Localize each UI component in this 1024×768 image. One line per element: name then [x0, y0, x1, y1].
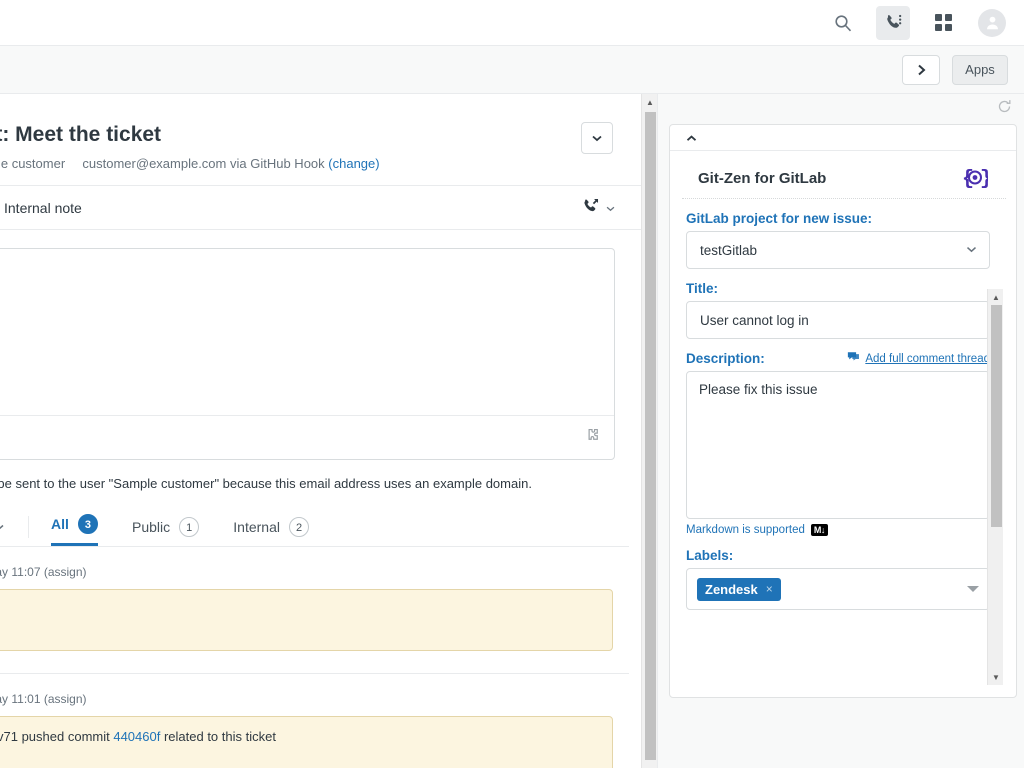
scrollbar-thumb[interactable]: [991, 305, 1002, 527]
commit-note-prefix: v71 pushed commit: [0, 729, 113, 744]
chevron-up-icon[interactable]: [686, 129, 697, 147]
markdown-hint-label: Markdown is supported: [686, 524, 805, 536]
composer-channel-bar: Internal note: [0, 186, 645, 230]
search-icon[interactable]: [826, 6, 860, 40]
tab-internal-label: Internal: [233, 519, 280, 535]
labels-field: Labels: Zendesk ×: [670, 548, 1016, 610]
issue-description-textarea[interactable]: Please fix this issue: [686, 371, 990, 519]
tab-internal-count: 2: [289, 517, 309, 537]
apps-sidebar: Git-Zen for GitLab { } GitLab project fo…: [657, 94, 1024, 768]
puzzle-piece-icon[interactable]: [583, 427, 600, 449]
internal-note-block: [0, 589, 613, 651]
ticket-pane-scrollbar[interactable]: ▲: [641, 94, 657, 768]
app-title: Git-Zen for GitLab: [698, 170, 826, 187]
ticket-pane: ket: Meet the ticket Sample customer cus…: [0, 94, 645, 768]
label-chip-text: Zendesk: [705, 582, 758, 597]
project-field: GitLab project for new issue: testGitlab: [670, 211, 1016, 269]
expand-panel-button[interactable]: [902, 55, 940, 85]
issue-title-input[interactable]: User cannot log in: [686, 301, 990, 339]
change-requester-link[interactable]: (change): [328, 156, 379, 171]
talk-phone-icon[interactable]: [876, 6, 910, 40]
conversation-event: oday 11:01 (assign) v71 pushed commit 44…: [0, 674, 645, 768]
project-label: GitLab project for new issue:: [686, 211, 990, 226]
labels-label: Labels:: [686, 548, 990, 563]
scroll-up-arrow-icon[interactable]: ▲: [642, 94, 658, 110]
close-icon[interactable]: ×: [766, 582, 773, 596]
tab-public[interactable]: Public 1: [132, 517, 199, 546]
comment-thread-icon: [847, 351, 860, 366]
app-card-collapse-bar[interactable]: [670, 125, 1016, 151]
outbound-call-icon[interactable]: [582, 197, 600, 220]
svg-text:}: }: [980, 168, 988, 190]
requester-via: via GitHub Hook: [230, 156, 325, 171]
title-label: Title:: [686, 281, 990, 296]
markdown-hint: Markdown is supported M↓: [686, 524, 990, 536]
tab-internal[interactable]: Internal 2: [233, 517, 309, 546]
app-card-scrollbar[interactable]: ▲ ▼: [987, 289, 1003, 685]
event-timestamp[interactable]: oday 11:07 (assign): [0, 565, 645, 579]
comment-composer[interactable]: [0, 248, 615, 460]
add-full-comment-thread-link[interactable]: Add full comment thread: [847, 351, 990, 366]
scrollbar-thumb[interactable]: [645, 112, 656, 760]
requester-name: Sample customer: [0, 156, 65, 171]
labels-multiselect[interactable]: Zendesk ×: [686, 568, 990, 610]
products-grid-icon[interactable]: [926, 6, 960, 40]
add-full-comment-thread-label: Add full comment thread: [865, 353, 990, 365]
requester-email: customer@example.com: [82, 156, 226, 171]
description-field: Description: Add full comment thread Ple…: [670, 351, 1016, 536]
gitzen-app-body: Git-Zen for GitLab { } GitLab project fo…: [670, 152, 1016, 697]
page-title: ket: Meet the ticket: [0, 122, 645, 148]
top-navigation-bar: [0, 0, 1024, 46]
refresh-icon[interactable]: [997, 99, 1012, 119]
commit-note-suffix: related to this ticket: [160, 729, 276, 744]
internal-note-block: v71 pushed commit 440460f related to thi…: [0, 716, 613, 768]
chevron-down-icon[interactable]: [606, 199, 615, 217]
commit-sha-link[interactable]: 440460f: [113, 729, 160, 744]
issue-title-value: User cannot log in: [700, 313, 809, 328]
tab-all-label: All: [51, 516, 69, 532]
secondary-toolbar: Apps: [0, 46, 1024, 94]
ticket-header: ket: Meet the ticket Sample customer cus…: [0, 94, 645, 186]
project-select[interactable]: testGitlab: [686, 231, 990, 269]
app-title-row: Git-Zen for GitLab { }: [682, 152, 1006, 199]
tabs-divider: [28, 516, 29, 538]
ticket-collapse-button[interactable]: [581, 122, 613, 154]
issue-description-value: Please fix this issue: [699, 382, 818, 397]
chevron-down-icon[interactable]: [967, 586, 979, 592]
gitzen-logo-icon: { }: [962, 166, 988, 190]
title-field: Title: User cannot log in: [670, 281, 1016, 339]
composer-notice: ll be sent to the user "Sample customer"…: [0, 476, 645, 491]
chevron-down-icon: [966, 245, 977, 256]
apps-button[interactable]: Apps: [952, 55, 1008, 85]
description-header: Description: Add full comment thread: [686, 351, 990, 366]
conversation-tabs: All 3 Public 1 Internal 2: [0, 507, 629, 547]
label-chip-zendesk[interactable]: Zendesk ×: [697, 578, 781, 601]
description-label: Description:: [686, 351, 765, 366]
tab-public-label: Public: [132, 519, 170, 535]
event-timestamp[interactable]: oday 11:01 (assign): [0, 692, 645, 706]
tab-public-count: 1: [179, 517, 199, 537]
markdown-icon: M↓: [811, 524, 828, 536]
scroll-down-arrow-icon[interactable]: ▼: [988, 669, 1004, 685]
composer-channel-label[interactable]: Internal note: [4, 200, 82, 216]
tab-all-count: 3: [78, 514, 98, 534]
tabs-caret-icon[interactable]: [0, 518, 4, 536]
conversation-event: oday 11:07 (assign): [0, 547, 645, 651]
user-avatar-icon[interactable]: [978, 9, 1006, 37]
tab-all[interactable]: All 3: [51, 514, 98, 546]
gitzen-app-card: Git-Zen for GitLab { } GitLab project fo…: [669, 124, 1017, 698]
scroll-up-arrow-icon[interactable]: ▲: [988, 289, 1004, 305]
project-selected-value: testGitlab: [700, 243, 757, 258]
composer-toolbar: [0, 415, 614, 459]
apps-sidebar-toolbar: [658, 94, 1024, 124]
composer-channel-actions: [582, 186, 615, 230]
requester-info: Sample customer customer@example.com via…: [0, 156, 645, 171]
